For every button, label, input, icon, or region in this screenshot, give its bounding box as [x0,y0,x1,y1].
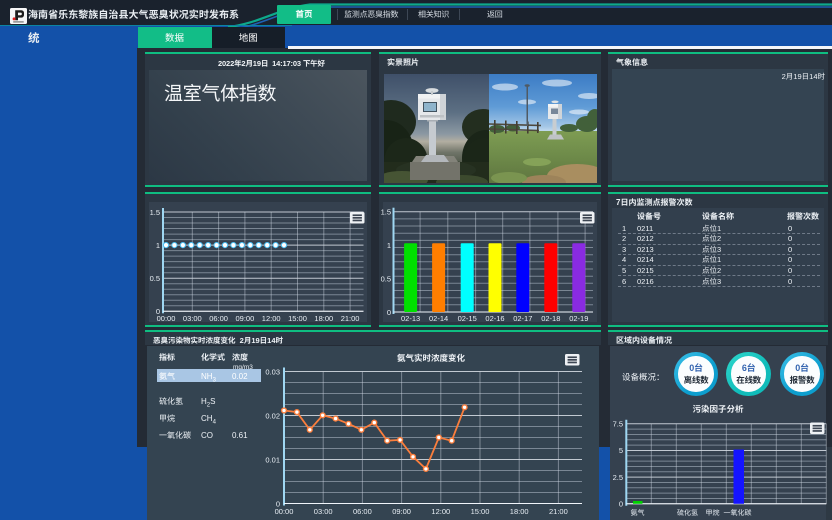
svg-text:甲烷: 甲烷 [706,508,720,518]
svg-text:15:00: 15:00 [288,314,307,323]
svg-text:03:00: 03:00 [314,507,333,516]
svg-text:18:00: 18:00 [314,314,333,323]
svg-text:0.03: 0.03 [265,367,280,376]
svg-text:06:00: 06:00 [353,507,372,516]
svg-text:1.5: 1.5 [150,208,160,217]
svg-text:1: 1 [387,241,391,250]
svg-text:5: 5 [619,446,623,455]
svg-text:18:00: 18:00 [510,507,529,516]
svg-text:12:00: 12:00 [431,507,450,516]
svg-text:21:00: 21:00 [341,314,360,323]
svg-text:12:00: 12:00 [262,314,281,323]
svg-text:15:00: 15:00 [471,507,490,516]
svg-text:00:00: 00:00 [157,314,176,323]
svg-text:0.01: 0.01 [265,455,280,464]
svg-text:硫化氢: 硫化氢 [677,508,698,518]
svg-text:0: 0 [619,499,623,508]
svg-text:02-15: 02-15 [458,314,477,323]
svg-text:氨气: 氨气 [631,508,645,518]
svg-text:00:00: 00:00 [275,507,294,516]
svg-text:06:00: 06:00 [209,314,228,323]
svg-text:02-17: 02-17 [513,314,532,323]
svg-text:7.5: 7.5 [613,419,623,428]
svg-text:09:00: 09:00 [236,314,255,323]
svg-text:一氧化碳: 一氧化碳 [724,508,752,518]
svg-text:02-16: 02-16 [485,314,504,323]
svg-text:0: 0 [387,308,391,317]
svg-text:02-14: 02-14 [429,314,448,323]
svg-text:1: 1 [156,241,160,250]
svg-text:02-19: 02-19 [569,314,588,323]
svg-text:09:00: 09:00 [392,507,411,516]
svg-text:2.5: 2.5 [613,473,623,482]
svg-text:1.5: 1.5 [381,208,391,217]
svg-text:03:00: 03:00 [183,314,202,323]
svg-text:0.5: 0.5 [381,274,391,283]
svg-text:02-18: 02-18 [541,314,560,323]
svg-text:02-13: 02-13 [401,314,420,323]
svg-text:21:00: 21:00 [549,507,568,516]
svg-text:0.5: 0.5 [150,274,160,283]
svg-text:0.02: 0.02 [265,411,280,420]
